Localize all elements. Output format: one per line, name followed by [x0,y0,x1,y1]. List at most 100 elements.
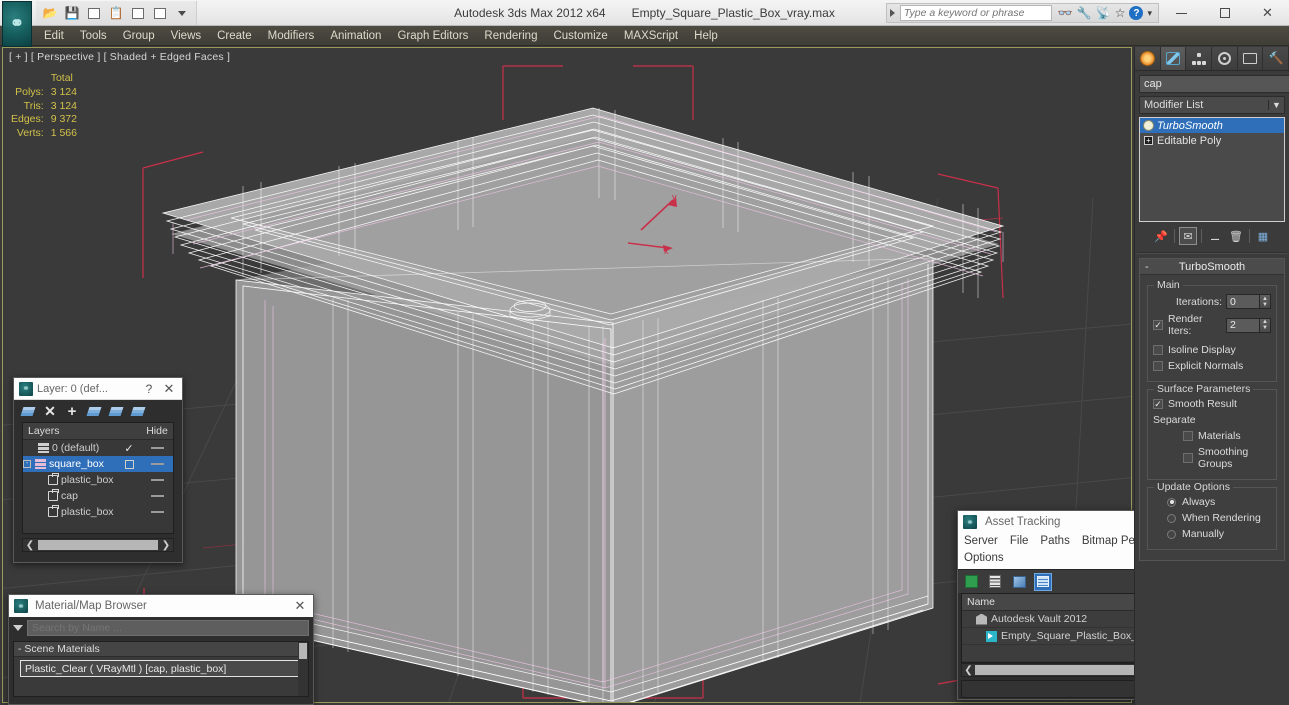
scroll-left-icon[interactable]: ❮ [23,540,37,551]
add-selection-icon[interactable] [130,403,146,419]
modifier-stack[interactable]: TurboSmooth + Editable Poly [1139,117,1285,222]
stack-item-turbosmooth[interactable]: TurboSmooth [1140,118,1284,133]
minimize-button[interactable] [1160,0,1203,26]
render-iters-spinner[interactable]: ▲▼ [1226,317,1271,333]
remove-modifier-icon[interactable]: 🗑 [1227,227,1245,245]
collapse-icon[interactable]: - [23,460,31,468]
material-scrollbar[interactable] [298,642,308,696]
redo-button[interactable]: 📋 [106,4,126,23]
scene-materials-group[interactable]: - Scene Materials [14,642,308,657]
new-scene-button[interactable] [128,4,148,23]
menu-help[interactable]: Help [686,28,726,44]
layer-row-plastic-box-2[interactable]: plastic_box [23,504,173,520]
menu-server[interactable]: Server [964,533,998,550]
chevron-down-icon[interactable]: ▼ [1268,100,1284,110]
reset-scene-button[interactable] [150,4,170,23]
select-objects-icon[interactable] [86,403,102,419]
scroll-thumb[interactable] [299,643,307,659]
layer-active-check[interactable] [124,459,134,469]
help-button[interactable]: ? [140,382,158,396]
when-rendering-row[interactable]: When Rendering [1153,512,1271,524]
explicit-normals-checkbox[interactable] [1153,361,1163,371]
menu-tools[interactable]: Tools [72,28,115,44]
materials-row[interactable]: Materials [1153,430,1271,442]
make-unique-icon[interactable]: ⚊ [1206,227,1224,245]
menu-edit[interactable]: Edit [36,28,72,44]
materials-checkbox[interactable] [1183,431,1193,441]
layer-horizontal-scrollbar[interactable]: ❮ ❯ [22,538,174,552]
isoline-display-checkbox[interactable] [1153,345,1163,355]
hide-toggle[interactable] [150,463,164,465]
new-layer-icon[interactable] [20,403,36,419]
pin-stack-icon[interactable]: 📌 [1152,227,1170,245]
plus-box-icon[interactable]: + [1144,136,1153,145]
configure-modifier-sets-icon[interactable]: ▦ [1254,227,1272,245]
smooth-result-checkbox[interactable] [1153,399,1163,409]
spinner-arrows-icon[interactable]: ▲ ▼ [1260,294,1271,309]
modifier-list-dropdown[interactable]: Modifier List ▼ [1139,96,1285,114]
material-browser-titlebar[interactable]: ⚭ Material/Map Browser ✕ [9,595,313,617]
infocenter-caret-icon[interactable] [889,9,895,17]
layer-row-default[interactable]: 0 (default) ✓ [23,440,173,456]
layer-row-plastic-box-1[interactable]: plastic_box [23,472,173,488]
menu-rendering[interactable]: Rendering [476,28,545,44]
show-end-result-icon[interactable]: ✉ [1179,227,1197,245]
quick-access-dropdown[interactable] [172,4,192,23]
iterations-spinner[interactable]: ▲▼ [1226,294,1271,309]
menu-paths[interactable]: Paths [1040,533,1069,550]
chevron-down-icon[interactable] [13,625,23,631]
menu-maxscript[interactable]: MAXScript [616,28,686,44]
smooth-result-row[interactable]: Smooth Result [1153,398,1271,410]
max-logo[interactable]: ⚭ [2,1,32,47]
scroll-thumb[interactable] [38,540,158,550]
material-entry[interactable]: Plastic_Clear ( VRayMtl ) [cap, plastic_… [20,660,305,677]
select-highlighted-icon[interactable] [108,403,124,419]
scroll-right-icon[interactable]: ❯ [159,540,173,551]
hide-toggle[interactable] [150,511,164,513]
help-icon[interactable]: ? [1129,6,1144,20]
always-row[interactable]: Always [1153,496,1271,508]
manually-row[interactable]: Manually [1153,528,1271,540]
object-name-input[interactable] [1139,75,1289,93]
wrench-icon[interactable]: 🔧 [1077,6,1092,20]
rollout-header[interactable]: - TurboSmooth [1140,259,1284,275]
layer-dialog-titlebar[interactable]: ⚭ Layer: 0 (def... ? ✕ [14,378,182,400]
layer-list[interactable]: Layers Hide 0 (default) ✓ - square_box p… [22,422,174,534]
viewport-label[interactable]: [ + ] [ Perspective ] [ Shaded + Edged F… [9,51,230,63]
menu-create[interactable]: Create [209,28,260,44]
binoculars-icon[interactable]: 👓 [1058,6,1073,20]
render-iters-input[interactable] [1226,317,1260,333]
menu-graph-editors[interactable]: Graph Editors [389,28,476,44]
utilities-tab[interactable]: 🔨 [1263,47,1289,70]
open-file-button[interactable]: 📂 [40,4,60,23]
collapse-icon[interactable]: - [1145,261,1149,273]
menu-file[interactable]: File [1010,533,1029,550]
scroll-left-icon[interactable]: ❮ [962,665,975,676]
search-input[interactable] [899,5,1052,21]
always-radio[interactable] [1167,497,1176,507]
when-rendering-radio[interactable] [1167,513,1176,523]
menu-views[interactable]: Views [163,28,209,44]
layer-row-cap[interactable]: cap [23,488,173,504]
menu-animation[interactable]: Animation [322,28,389,44]
maximize-button[interactable] [1203,0,1246,26]
close-button[interactable]: ✕ [1246,0,1289,26]
help-dropdown-icon[interactable]: ▾ [1147,8,1152,19]
save-file-button[interactable]: 💾 [62,4,82,23]
menu-customize[interactable]: Customize [545,28,615,44]
detail-view-icon[interactable] [1010,573,1028,591]
iterations-input[interactable] [1226,294,1260,309]
layer-active-check[interactable]: ✓ [124,442,133,455]
manually-radio[interactable] [1167,529,1176,539]
menu-group[interactable]: Group [115,28,163,44]
close-button[interactable]: ✕ [289,598,311,614]
material-list[interactable]: - Scene Materials Plastic_Clear ( VRayMt… [13,641,309,697]
smoothing-groups-row[interactable]: Smoothing Groups [1153,446,1271,470]
motion-tab[interactable] [1212,47,1238,70]
delete-layer-icon[interactable]: ✕ [42,403,58,419]
grid-view-icon[interactable] [1034,572,1052,591]
lightbulb-icon[interactable] [1144,121,1153,130]
add-layer-icon[interactable]: + [64,403,80,420]
create-tab[interactable] [1135,47,1161,70]
render-iters-checkbox[interactable] [1153,320,1163,330]
